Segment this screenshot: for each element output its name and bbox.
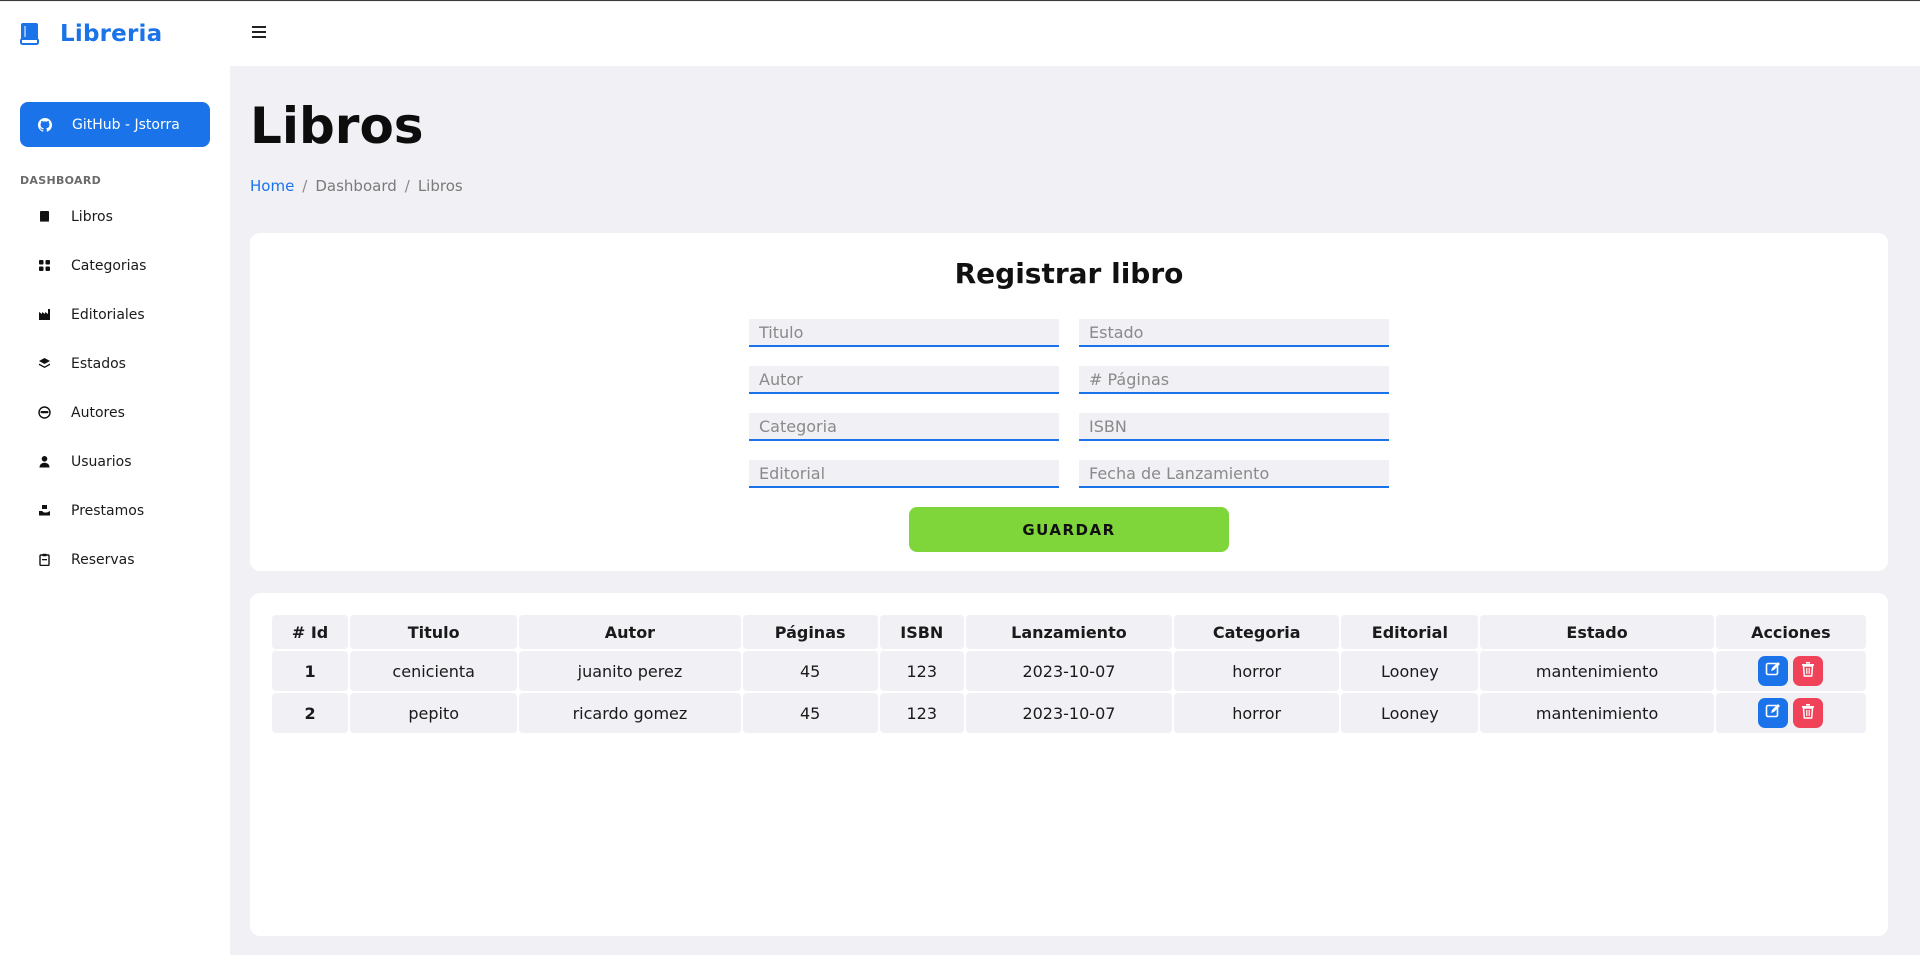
- titulo-input[interactable]: [749, 319, 1059, 347]
- brand-name: Libreria: [60, 21, 163, 47]
- form-title: Registrar libro: [954, 257, 1184, 290]
- clipboard-icon: [38, 553, 51, 567]
- cell-id: 2: [272, 693, 349, 733]
- column-header: Autor: [519, 615, 741, 649]
- cell-titulo: cenicienta: [350, 651, 518, 691]
- edit-icon: [1765, 661, 1781, 681]
- cell-titulo: pepito: [350, 693, 518, 733]
- edit-icon: [1765, 703, 1781, 723]
- trash-icon: [1800, 661, 1816, 681]
- column-header: Editorial: [1341, 615, 1479, 649]
- table-header-row: # Id Titulo Autor Páginas ISBN Lanzamien…: [272, 615, 1866, 649]
- categoria-input[interactable]: [749, 413, 1059, 441]
- sidebar-item-label: Categorias: [71, 257, 147, 274]
- fecha-lanzamiento-input[interactable]: [1079, 460, 1389, 488]
- delete-button[interactable]: [1793, 656, 1824, 686]
- column-header: Estado: [1480, 615, 1714, 649]
- delete-button[interactable]: [1793, 698, 1824, 728]
- sidebar-item-autores[interactable]: Autores: [0, 388, 230, 437]
- sidebar-item-label: Autores: [71, 404, 125, 421]
- column-header: Acciones: [1715, 615, 1866, 649]
- cell-categoria: horror: [1174, 693, 1340, 733]
- sidebar: Libreria GitHub - Jstorra DASHBOARD Libr…: [0, 2, 230, 955]
- breadcrumb-current: Libros: [417, 177, 463, 195]
- breadcrumb-separator: /: [302, 177, 308, 195]
- sidebar-item-label: Usuarios: [71, 453, 132, 470]
- github-button[interactable]: GitHub - Jstorra: [20, 102, 210, 147]
- topbar: [230, 2, 1920, 66]
- hand-box-icon: [38, 504, 51, 517]
- book-icon: [38, 210, 51, 223]
- masked-face-icon: [38, 406, 51, 419]
- layers-icon: [38, 357, 51, 370]
- cell-autor: ricardo gomez: [519, 693, 741, 733]
- sidebar-item-categorias[interactable]: Categorias: [0, 241, 230, 290]
- sidebar-nav: Libros Categorias Editoriales Estados Au…: [0, 192, 230, 584]
- column-header: Lanzamiento: [965, 615, 1173, 649]
- page-title: Libros: [250, 97, 424, 155]
- sidebar-item-estados[interactable]: Estados: [0, 339, 230, 388]
- edit-button[interactable]: [1758, 698, 1789, 728]
- autor-input[interactable]: [749, 366, 1059, 394]
- industry-icon: [38, 308, 51, 321]
- paginas-input[interactable]: [1079, 366, 1389, 394]
- column-header: # Id: [272, 615, 349, 649]
- edit-button[interactable]: [1758, 656, 1789, 686]
- cell-acciones: [1715, 651, 1866, 691]
- breadcrumb-home[interactable]: Home: [250, 177, 294, 195]
- column-header: Páginas: [742, 615, 878, 649]
- sidebar-item-reservas[interactable]: Reservas: [0, 535, 230, 584]
- sidebar-item-usuarios[interactable]: Usuarios: [0, 437, 230, 486]
- trash-icon: [1800, 703, 1816, 723]
- breadcrumb-separator: /: [404, 177, 410, 195]
- cell-lanzamiento: 2023-10-07: [965, 693, 1173, 733]
- cell-paginas: 45: [742, 693, 878, 733]
- sidebar-item-label: Libros: [71, 208, 113, 225]
- sidebar-item-editoriales[interactable]: Editoriales: [0, 290, 230, 339]
- cell-paginas: 45: [742, 651, 878, 691]
- save-button[interactable]: GUARDAR: [909, 507, 1229, 552]
- github-button-label: GitHub - Jstorra: [72, 116, 180, 133]
- column-header: Titulo: [350, 615, 518, 649]
- register-book-card: Registrar libro GUARDAR: [250, 233, 1888, 571]
- editorial-input[interactable]: [749, 460, 1059, 488]
- sidebar-item-libros[interactable]: Libros: [0, 192, 230, 241]
- breadcrumb: Home / Dashboard / Libros: [250, 177, 463, 195]
- sidebar-item-label: Reservas: [71, 551, 135, 568]
- sidebar-section-label: DASHBOARD: [20, 174, 102, 187]
- isbn-input[interactable]: [1079, 413, 1389, 441]
- cell-acciones: [1715, 693, 1866, 733]
- cell-isbn: 123: [879, 693, 964, 733]
- cell-autor: juanito perez: [519, 651, 741, 691]
- breadcrumb-dashboard: Dashboard: [315, 177, 397, 195]
- cell-id: 1: [272, 651, 349, 691]
- cell-estado: mantenimiento: [1480, 651, 1714, 691]
- book-icon: [20, 23, 40, 45]
- menu-toggle-icon[interactable]: [252, 26, 266, 38]
- books-table: # Id Titulo Autor Páginas ISBN Lanzamien…: [270, 613, 1868, 735]
- estado-input[interactable]: [1079, 319, 1389, 347]
- sidebar-item-prestamos[interactable]: Prestamos: [0, 486, 230, 535]
- brand[interactable]: Libreria: [0, 2, 230, 66]
- column-header: Categoria: [1174, 615, 1340, 649]
- cell-lanzamiento: 2023-10-07: [965, 651, 1173, 691]
- cell-categoria: horror: [1174, 651, 1340, 691]
- cell-editorial: Looney: [1341, 693, 1479, 733]
- cell-isbn: 123: [879, 651, 964, 691]
- table-row: 2 pepito ricardo gomez 45 123 2023-10-07…: [272, 693, 1866, 733]
- books-table-card: # Id Titulo Autor Páginas ISBN Lanzamien…: [250, 593, 1888, 936]
- cell-estado: mantenimiento: [1480, 693, 1714, 733]
- github-icon: [38, 117, 53, 132]
- cell-editorial: Looney: [1341, 651, 1479, 691]
- column-header: ISBN: [879, 615, 964, 649]
- grid-icon: [38, 259, 51, 272]
- user-icon: [38, 455, 51, 468]
- sidebar-item-label: Editoriales: [71, 306, 145, 323]
- sidebar-item-label: Estados: [71, 355, 126, 372]
- table-row: 1 cenicienta juanito perez 45 123 2023-1…: [272, 651, 1866, 691]
- sidebar-item-label: Prestamos: [71, 502, 145, 519]
